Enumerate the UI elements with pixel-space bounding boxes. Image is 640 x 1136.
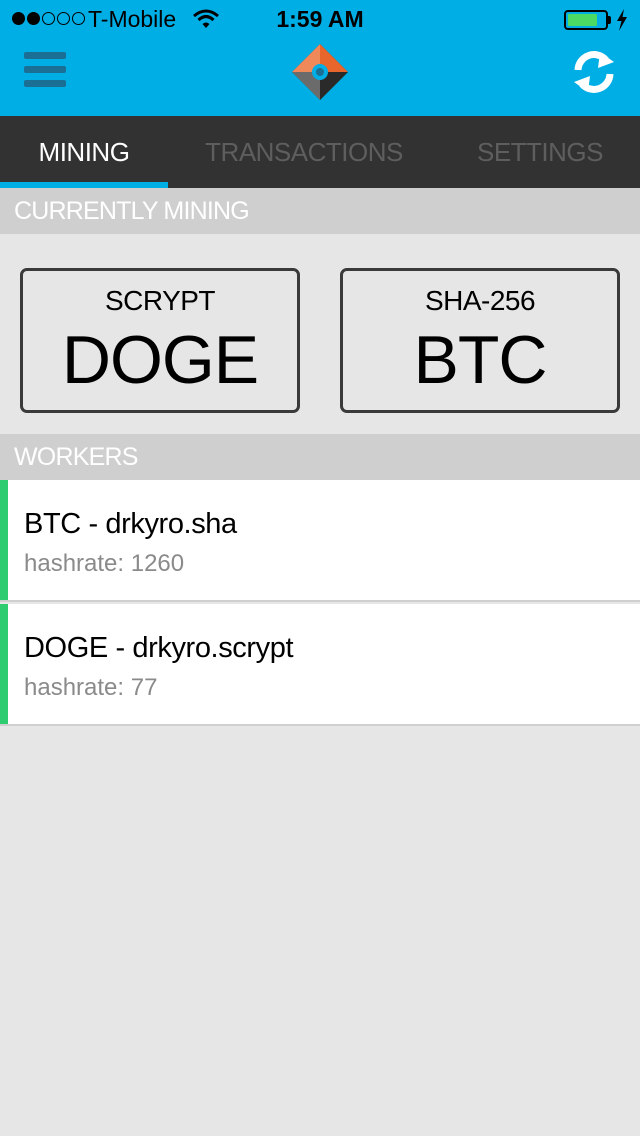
battery-icon bbox=[564, 10, 608, 30]
coin-card-doge[interactable]: SCRYPT DOGE bbox=[20, 268, 300, 413]
worker-status-indicator bbox=[0, 604, 8, 724]
status-bar: T-Mobile 1:59 AM bbox=[0, 0, 640, 40]
tab-label: TRANSACTIONS bbox=[205, 136, 403, 167]
tab-mining[interactable]: MINING bbox=[0, 116, 168, 188]
charging-bolt-icon bbox=[616, 9, 628, 37]
worker-hashrate: hashrate: 77 bbox=[24, 674, 158, 701]
battery-tip bbox=[608, 16, 611, 24]
coin-label: DOGE bbox=[61, 322, 259, 398]
worker-name: BTC - drkyro.sha bbox=[24, 508, 237, 540]
coin-card-btc[interactable]: SHA-256 BTC bbox=[340, 268, 620, 413]
workers-header: WORKERS bbox=[0, 434, 640, 480]
tab-settings[interactable]: SETTINGS bbox=[440, 116, 640, 188]
currently-mining-header: CURRENTLY MINING bbox=[0, 188, 640, 234]
worker-row[interactable]: DOGE - drkyro.scrypt hashrate: 77 bbox=[0, 604, 640, 726]
battery-level bbox=[568, 14, 597, 26]
refresh-icon[interactable] bbox=[570, 48, 618, 96]
hamburger-menu-icon[interactable] bbox=[24, 52, 68, 92]
coin-label: BTC bbox=[413, 322, 548, 398]
diamond-logo-icon bbox=[290, 42, 350, 102]
worker-name: DOGE - drkyro.scrypt bbox=[24, 632, 294, 664]
algorithm-label: SHA-256 bbox=[424, 285, 536, 316]
tab-label: SETTINGS bbox=[476, 136, 604, 167]
status-time: 1:59 AM bbox=[276, 6, 364, 32]
tab-transactions[interactable]: TRANSACTIONS bbox=[168, 116, 440, 188]
worker-status-indicator bbox=[0, 480, 8, 600]
app-header: T-Mobile 1:59 AM bbox=[0, 0, 640, 116]
worker-row[interactable]: BTC - drkyro.sha hashrate: 1260 bbox=[0, 480, 640, 602]
worker-hashrate: hashrate: 1260 bbox=[24, 550, 185, 577]
algorithm-label: SCRYPT bbox=[104, 285, 216, 316]
tab-bar: MINING TRANSACTIONS SETTINGS bbox=[0, 116, 640, 188]
tab-label: MINING bbox=[38, 136, 130, 167]
